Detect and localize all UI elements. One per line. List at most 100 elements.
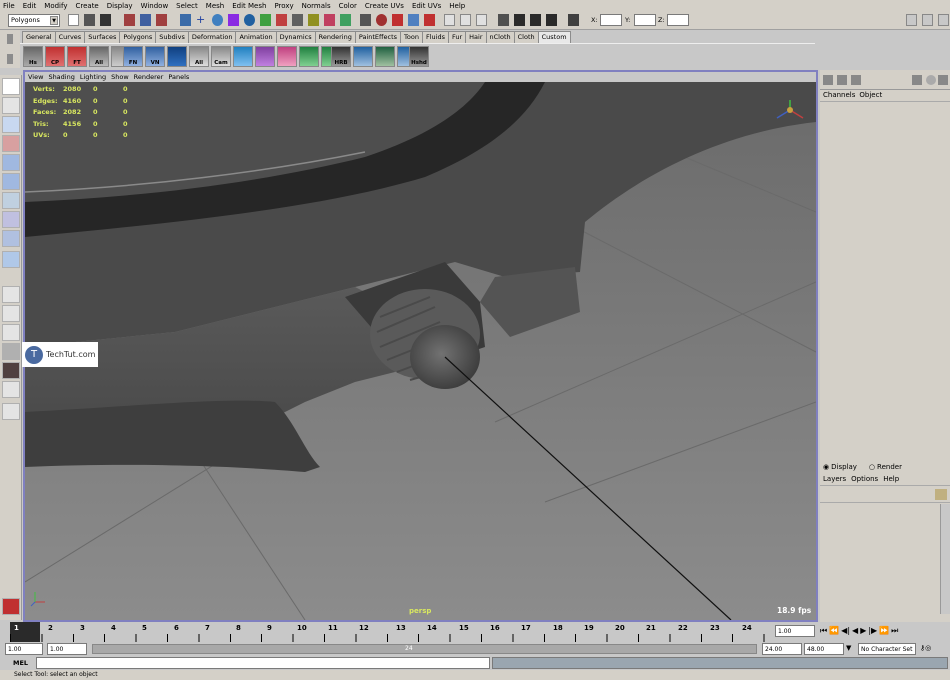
input-ops-icon[interactable] [444,14,455,26]
chevron-down-icon[interactable]: ▼ [846,644,858,654]
menu-color[interactable]: Color [339,2,357,10]
tab-deformation[interactable]: Deformation [187,31,237,43]
step-forward-frame-icon[interactable]: |▶ [868,626,877,638]
tab-curves[interactable]: Curves [54,31,86,43]
layer-list[interactable] [820,504,950,614]
range-slider-bar[interactable]: 24 [92,644,757,654]
ipr-render-icon[interactable] [530,14,541,26]
soft-mod-tool-icon[interactable] [2,211,20,228]
y-field[interactable] [634,14,656,26]
perspective-viewport[interactable]: View Shading Lighting Show Renderer Pane… [23,70,818,622]
tab-surfaces[interactable]: Surfaces [84,31,121,43]
menu-display[interactable]: Display [107,2,133,10]
tab-hair[interactable]: Hair [465,31,487,43]
select-joints-icon[interactable] [212,14,223,26]
menu-create[interactable]: Create [75,2,98,10]
layer-editor-icon[interactable] [837,75,847,85]
animation-start-field[interactable]: 1.00 [5,643,43,655]
tab-toon[interactable]: Toon [400,31,423,43]
hypershade-layout-icon[interactable] [2,362,20,379]
channel-box-icon[interactable] [823,75,833,85]
select-surfaces-icon[interactable] [244,14,255,26]
save-scene-icon[interactable] [100,14,111,26]
select-curves-icon[interactable] [228,14,239,26]
tab-dynamics[interactable]: Dynamics [275,31,316,43]
play-backward-icon[interactable]: ◀ [852,626,858,638]
animation-end-field[interactable]: 48.00 [804,643,844,655]
shelf-button-13[interactable] [277,46,297,67]
tab-fur[interactable]: Fur [447,31,467,43]
shelf-button-11[interactable] [233,46,253,67]
menu-help[interactable]: Help [449,2,465,10]
attribute-editor-icon[interactable] [906,14,917,26]
menu-set-select[interactable]: Polygons ▼ [8,14,60,27]
command-input[interactable] [36,657,490,669]
script-type-label[interactable]: MEL [13,659,28,667]
tab-fluids[interactable]: Fluids [421,31,449,43]
render-radio-icon[interactable]: ○ [869,463,875,471]
menu-proxy[interactable]: Proxy [274,2,293,10]
channel-list[interactable] [820,101,950,461]
shelf-button-cam[interactable]: Cam [211,46,231,67]
open-scene-icon[interactable] [84,14,95,26]
time-slider[interactable]: 1 2 3 4 5 6 7 8 9 10 11 12 13 14 15 16 1… [0,622,950,642]
tab-cloth[interactable]: Cloth [513,31,539,43]
playback-start-field[interactable]: 1.00 [47,643,87,655]
shelf-button-all-2[interactable]: All [189,46,209,67]
playback-end-field[interactable]: 24.00 [762,643,802,655]
tab-ncloth[interactable]: nCloth [485,31,515,43]
panel-menu-renderer[interactable]: Renderer [134,73,164,81]
go-to-start-icon[interactable]: ⏮ [820,626,827,638]
shelf-button-ft[interactable]: FT [67,46,87,67]
menu-edit-uvs[interactable]: Edit UVs [412,2,441,10]
single-perspective-layout-icon[interactable] [2,286,20,303]
plus-icon[interactable]: + [196,14,207,26]
shelf-button-8[interactable] [167,46,187,67]
shelf-tab-menu-icon[interactable] [7,34,13,44]
shelf-button-all[interactable]: All [89,46,109,67]
menu-object[interactable]: Object [859,91,882,101]
toolbox-options-icon[interactable] [2,403,20,420]
manipulator-tool-icon[interactable] [2,192,20,209]
render-frame-icon[interactable] [514,14,525,26]
tab-animation[interactable]: Animation [235,31,277,43]
select-hierarchy-icon[interactable] [124,14,135,26]
menu-normals[interactable]: Normals [302,2,331,10]
menu-layer-help[interactable]: Help [883,475,899,483]
layer-scrollbar[interactable] [940,504,950,614]
play-forward-icon[interactable]: ▶ [860,626,866,638]
outliner-layout-icon[interactable] [2,381,20,398]
select-component-icon[interactable] [156,14,167,26]
new-layer-icon[interactable] [935,489,947,500]
menu-select[interactable]: Select [176,2,198,10]
menu-window[interactable]: Window [141,2,169,10]
last-tool-icon[interactable] [2,230,20,247]
tool-settings-icon[interactable] [922,14,933,26]
go-to-end-icon[interactable]: ⏭ [891,626,898,638]
channel-layer-icon[interactable] [851,75,861,85]
lock-icon[interactable] [926,75,936,85]
menu-channels[interactable]: Channels [823,91,855,101]
menu-mesh[interactable]: Mesh [206,2,224,10]
highlight-selection-icon[interactable] [340,14,351,26]
current-frame-field[interactable]: 1.00 [775,625,815,637]
panel-menu-view[interactable]: View [28,73,43,81]
snap-point-icon[interactable] [392,14,403,26]
panel-menu-shading[interactable]: Shading [48,73,74,81]
menu-layers[interactable]: Layers [823,475,846,483]
tab-custom[interactable]: Custom [537,31,571,43]
tab-subdivs[interactable]: Subdivs [155,31,189,43]
shelf-button-17[interactable] [353,46,373,67]
menu-modify[interactable]: Modify [44,2,67,10]
x-field[interactable] [600,14,622,26]
shelf-button-vn[interactable]: VN [145,46,165,67]
construction-history-icon[interactable] [476,14,487,26]
auto-key-icon[interactable]: ⚷◎ [920,644,948,654]
menu-create-uvs[interactable]: Create UVs [365,2,404,10]
select-handles-icon[interactable] [180,14,191,26]
shelf-button-hshd[interactable]: Hshd [409,46,429,67]
output-ops-icon[interactable] [460,14,471,26]
attribute-icon[interactable] [912,75,922,85]
paint-select-tool-icon[interactable] [2,116,20,133]
lasso-tool-icon[interactable] [2,97,20,114]
